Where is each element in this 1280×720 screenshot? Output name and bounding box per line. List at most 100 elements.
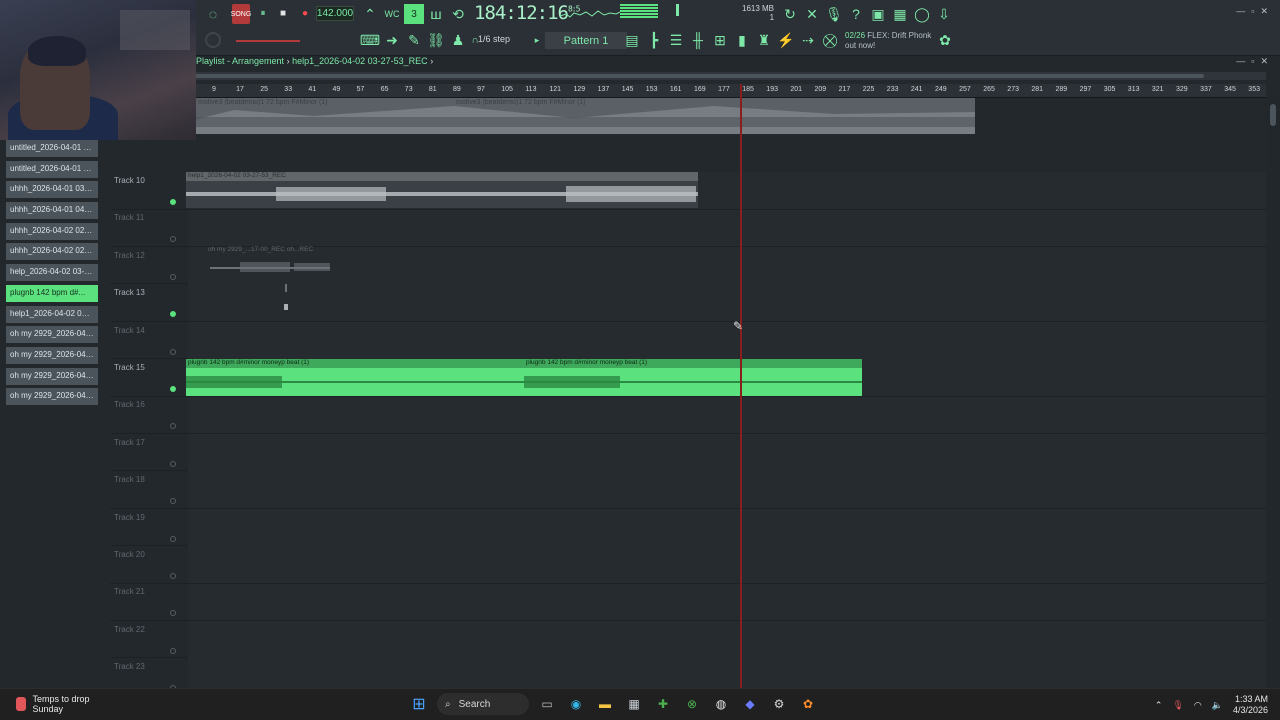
track-label[interactable]: Track 19 [114, 513, 145, 522]
vscroll-thumb[interactable] [1270, 104, 1276, 126]
picker-item[interactable]: untitled_2026-04-01 01-... [6, 140, 98, 157]
picker-item[interactable]: help_2026-04-02 03-02... [6, 264, 98, 282]
link-icon[interactable]: ⛓ [427, 32, 445, 48]
playlist-icon[interactable]: ▤ [624, 32, 640, 48]
track-label[interactable]: Track 10 [114, 176, 145, 185]
track-lane[interactable] [188, 508, 1266, 546]
track-mute-led[interactable] [170, 423, 176, 430]
settings-icon[interactable]: ⚙ [768, 693, 790, 715]
track-label[interactable]: Track 11 [114, 213, 144, 222]
wand-icon[interactable]: ⚡ [777, 32, 794, 48]
audio-clip-muted[interactable]: oh my 2929_...17-00_REC oh...REC [206, 246, 446, 282]
track-lane[interactable] [188, 209, 1266, 247]
edge-icon[interactable]: ◉ [565, 693, 587, 715]
clock[interactable]: 1:33 AM 4/3/2026 [1233, 694, 1268, 716]
track-mute-led[interactable] [170, 386, 176, 392]
track-label[interactable]: Track 15 [114, 363, 145, 372]
touch-keyboard-icon[interactable]: ⇢ [800, 32, 816, 48]
track-mute-led[interactable] [170, 647, 176, 654]
news-panel[interactable]: 02/26 FLEX: Drift Phonk out now! [845, 31, 931, 51]
picker-item[interactable]: untitled_2026-04-01 02-... [6, 160, 98, 178]
task-view-icon[interactable]: ▭ [536, 693, 558, 715]
track-label[interactable]: Track 21 [114, 587, 145, 596]
track-label[interactable]: Track 16 [114, 400, 145, 409]
picker-item[interactable]: uhhh_2026-04-02 02-11... [6, 222, 98, 240]
track-lane[interactable] [188, 321, 1266, 359]
stop-button[interactable]: ■ [276, 6, 290, 20]
track-lane[interactable] [188, 546, 1266, 583]
track-mute-led[interactable] [170, 573, 176, 579]
arrow-icon[interactable]: ➜ [384, 32, 400, 48]
picker-item[interactable]: oh my 2929_2026-04-03... [6, 326, 98, 344]
audio-clip[interactable]: plugnb 142 bpm d#minor moneyp beat (1) [186, 359, 524, 396]
horizontal-scrollbar[interactable] [194, 72, 1266, 80]
countdown-icon[interactable]: 3 [404, 4, 424, 24]
audio-clip[interactable]: help1_2026-04-02 03-27-53_REC [186, 172, 698, 208]
plugin-icon[interactable]: ▦ [892, 6, 908, 22]
help-icon[interactable]: ? [848, 6, 864, 22]
blend-icon[interactable]: ш [428, 6, 444, 22]
fl-logo-icon[interactable]: ✿ [938, 32, 952, 48]
arrangement-overview[interactable]: motive3 (beatdemo)1 72 bpm F#Minor (1) m… [194, 98, 975, 134]
wait-icon[interactable]: WC [384, 6, 400, 22]
browser-icon[interactable]: ⊞ [712, 32, 728, 48]
mixer-icon[interactable]: ╫ [690, 32, 706, 48]
track-label[interactable]: Track 22 [114, 625, 145, 634]
tool-icon[interactable]: ◌ [204, 5, 222, 23]
picker-item[interactable]: uhhh_2026-04-01 03-53... [6, 181, 98, 199]
chat-icon[interactable]: ◯ [914, 6, 930, 22]
song-mode-button[interactable]: SONG [231, 4, 251, 24]
xbox-game-icon[interactable]: ✚ [652, 693, 674, 715]
search-box[interactable]: ⌕ Search [437, 693, 529, 715]
chevron-up-icon[interactable]: ⌃ [1155, 700, 1163, 711]
track-label[interactable]: Track 14 [114, 326, 145, 335]
stamp-icon[interactable]: ♟ [450, 32, 466, 48]
track-lane[interactable] [188, 396, 1266, 434]
picker-item[interactable]: uhhh_2026-04-02 02-40... [6, 243, 98, 261]
cart-icon[interactable]: ⛒ [822, 32, 838, 48]
scrollbar-thumb[interactable] [194, 74, 1204, 78]
audio-clip[interactable]: plugnb 142 bpm d#minor moneyp beat (1) [524, 359, 862, 396]
pattern-selector[interactable]: Pattern 1 [545, 32, 627, 49]
store-icon[interactable]: ▦ [623, 693, 645, 715]
playlist-title-bar[interactable]: Playlist - Arrangement › help1_2026-04-0… [194, 56, 1280, 69]
track-mute-led[interactable] [170, 610, 176, 617]
track-mute-led[interactable] [170, 199, 176, 205]
picker-item[interactable]: uhhh_2026-04-01 04-30... [6, 202, 98, 220]
volume-icon[interactable]: 🔈 [1212, 700, 1223, 711]
weather-widget[interactable]: Temps to drop Sunday [16, 694, 90, 714]
wifi-icon[interactable]: ◠ [1194, 700, 1202, 711]
picker-item[interactable]: oh my 2929_2026-04-03... [6, 367, 98, 385]
track-mute-led[interactable] [170, 498, 176, 505]
track-mute-led[interactable] [170, 311, 176, 318]
playlist-window-controls[interactable]: —▫✕ [1236, 56, 1274, 67]
piano-roll-icon[interactable]: ⌨ [360, 32, 380, 48]
track-mute-led[interactable] [170, 535, 176, 542]
picker-item[interactable]: help1_2026-04-02 03-2... [6, 305, 98, 323]
track-label[interactable]: Track 23 [114, 662, 145, 671]
file-explorer-icon[interactable]: ▬ [594, 693, 616, 715]
close-project-icon[interactable]: ✕ [804, 6, 820, 22]
track-lane[interactable] [188, 583, 1266, 621]
pattern-prev-icon[interactable]: ▸ [532, 33, 542, 47]
master-pitch-knob[interactable] [205, 32, 221, 48]
channel-rack-icon[interactable]: ┣ [646, 32, 662, 48]
track-label[interactable]: Track 20 [114, 550, 145, 559]
small-clip-marker[interactable] [284, 284, 288, 312]
microphone-icon[interactable]: 🎙 [1172, 700, 1183, 711]
snap-step-label[interactable]: 1/6 step [478, 34, 510, 44]
playhead[interactable] [740, 84, 742, 688]
app-icon[interactable]: ◆ [739, 693, 761, 715]
track-lane[interactable] [188, 433, 1266, 471]
xbox-icon[interactable]: ⊗ [681, 693, 703, 715]
track-mute-led[interactable] [170, 273, 176, 280]
play-button[interactable]: ⏸ [256, 6, 270, 20]
download-icon[interactable]: ⇩ [936, 6, 952, 22]
windows-start-icon[interactable]: ⊞ [408, 693, 430, 715]
track-lane[interactable] [188, 284, 1266, 322]
save-icon[interactable]: ▣ [870, 6, 886, 22]
record-button[interactable]: ● [298, 6, 312, 20]
undo-icon[interactable]: ↻ [782, 6, 798, 22]
track-mute-led[interactable] [170, 236, 176, 243]
plugin-database-icon[interactable]: ▮ [734, 32, 750, 48]
